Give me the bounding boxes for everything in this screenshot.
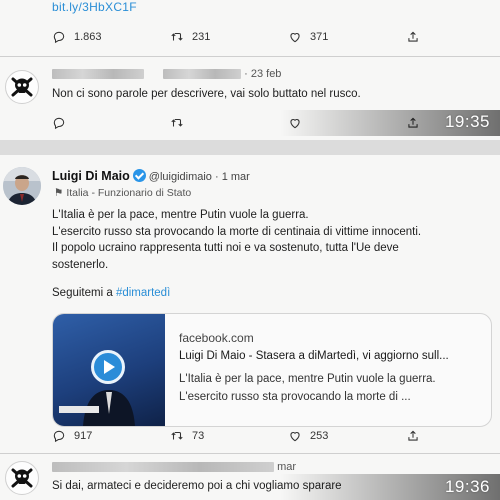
skull-icon	[11, 77, 33, 97]
retweet-icon	[171, 32, 183, 41]
like-count: 371	[310, 31, 329, 43]
skull-icon	[11, 468, 33, 488]
tweet-line: Il popolo ucraino rappresenta tutti noi …	[52, 242, 399, 254]
author-handle[interactable]: @luigidimaio	[149, 171, 212, 183]
play-icon[interactable]	[91, 350, 125, 384]
reply-count: 917	[74, 430, 93, 442]
reply-date: mar	[277, 461, 297, 473]
share-button[interactable]	[406, 30, 426, 44]
card-desc-line: L'Italia è per la pace, mentre Putin vuo…	[179, 373, 436, 385]
reply-button[interactable]	[52, 116, 170, 130]
retweet-button[interactable]: 73	[170, 429, 288, 443]
divider	[0, 453, 500, 454]
heart-icon	[290, 432, 300, 442]
like-button[interactable]: 253	[288, 429, 406, 443]
share-button[interactable]	[406, 429, 426, 443]
divider	[0, 56, 500, 57]
tweet-header: Luigi Di Maio @luigidimaio · 1 mar	[52, 169, 250, 183]
retweet-count: 231	[192, 31, 211, 43]
retweet-button[interactable]: 231	[170, 30, 288, 44]
clock-time: 19:35	[444, 112, 490, 131]
redacted-name	[52, 69, 144, 80]
state-affiliation: ⚑ Italia - Funzionario di Stato	[54, 187, 191, 199]
profile-photo	[3, 167, 41, 205]
redacted-name	[52, 462, 274, 473]
retweet-icon	[171, 431, 183, 440]
lower-third-bar	[59, 406, 99, 413]
tweet-date: · 1 mar	[214, 171, 250, 183]
flag-icon: ⚑	[54, 187, 67, 199]
tweet-actions: 1.863 231 371	[52, 30, 426, 44]
avatar[interactable]	[3, 167, 41, 205]
avatar[interactable]	[5, 70, 39, 104]
retweet-icon	[171, 118, 183, 127]
reply-icon	[53, 430, 65, 443]
screenshot-panel-bottom: Luigi Di Maio @luigidimaio · 1 mar ⚑ Ital…	[0, 155, 500, 500]
like-count: 253	[310, 430, 329, 442]
card-domain: facebook.com	[179, 331, 254, 345]
screenshot-panel-top: bit.ly/3HbXC1F 1.863 231 371 · 23 feb No…	[0, 0, 500, 140]
verified-icon	[132, 169, 146, 182]
like-button[interactable]: 371	[288, 30, 406, 44]
card-desc-line: L'esercito russo sta provocando la morte…	[179, 391, 411, 403]
heart-icon	[290, 33, 300, 43]
tweet-link[interactable]: bit.ly/3HbXC1F	[52, 0, 137, 14]
author-name[interactable]: Luigi Di Maio	[52, 169, 130, 183]
redacted-handle	[163, 69, 242, 80]
clock-time: 19:36	[444, 477, 490, 496]
card-title: Luigi Di Maio - Stasera a diMartedì, vi …	[179, 350, 449, 362]
reply-header: · 23 feb	[52, 68, 281, 80]
tweet-body: L'Italia è per la pace, mentre Putin vuo…	[52, 207, 421, 273]
reply-button[interactable]: 1.863	[52, 30, 170, 44]
follow-text: Seguitemi a	[52, 287, 116, 299]
panel-gap	[0, 140, 500, 155]
hashtag-link[interactable]: #dimartedì	[116, 287, 170, 299]
tweet-line: sostenerlo.	[52, 258, 109, 271]
reply-text: Non ci sono parole per descrivere, vai s…	[52, 88, 361, 100]
card-description: L'Italia è per la pace, mentre Putin vuo…	[179, 370, 436, 406]
affiliation-label: Italia - Funzionario di Stato	[66, 187, 192, 199]
reply-date: · 23 feb	[244, 68, 282, 80]
reply-header: mar	[52, 461, 296, 473]
retweet-count: 73	[192, 430, 205, 442]
avatar[interactable]	[5, 461, 39, 495]
video-thumbnail[interactable]	[53, 314, 165, 426]
share-icon	[408, 430, 418, 441]
tweet-line: L'Italia è per la pace, mentre Putin vuo…	[52, 209, 309, 221]
tweet-actions: 917 73 253	[52, 429, 426, 443]
reply-button[interactable]: 917	[52, 429, 170, 443]
reply-count: 1.863	[74, 31, 102, 43]
tweet-line: L'esercito russo sta provocando la morte…	[52, 225, 422, 238]
reply-icon	[53, 31, 65, 44]
reply-icon	[53, 117, 65, 130]
share-icon	[408, 31, 418, 42]
link-card[interactable]: facebook.com Luigi Di Maio - Stasera a d…	[52, 313, 492, 427]
retweet-button[interactable]	[170, 116, 288, 130]
tweet-follow-line: Seguitemi a #dimartedì	[52, 285, 170, 302]
